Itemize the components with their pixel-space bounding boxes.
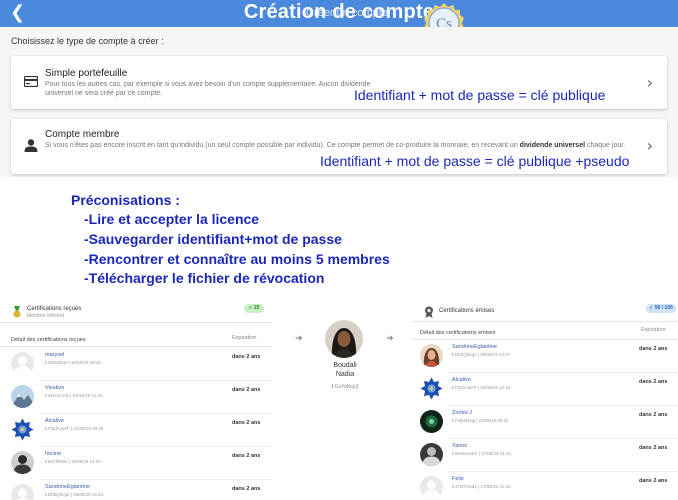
- emitted-detail-header: Détail des certifications émises: [420, 330, 496, 336]
- app-header: ❮ Créer un compte Création de compte: [0, 0, 678, 27]
- certified-meta: ℹ 47BTXSd1 | 17/08/19 12:18: [452, 484, 511, 489]
- card-title: Compte membre: [45, 129, 120, 140]
- certifier-name[interactable]: SandrineEglantine: [45, 484, 90, 490]
- certification-row[interactable]: Vivakvo ℹ 6eUdA1dz | 03/10/19 21:43 dans…: [0, 381, 272, 414]
- certified-name[interactable]: Felix: [452, 476, 464, 482]
- certifier-meta: ℹ 6eUdA1dz | 03/10/19 21:43: [45, 393, 103, 398]
- member-account-card[interactable]: Compte membre Si vous n'êtes pas encore …: [11, 119, 667, 174]
- certifier-name[interactable]: Alcalive: [45, 418, 64, 424]
- certified-meta: ℹ FwbeRcqj | 23/08/19 09:34: [452, 418, 509, 423]
- certifier-name[interactable]: marysel: [45, 352, 64, 358]
- profile-name-line2: Nadia: [335, 371, 355, 378]
- card-title: Simple portefeuille: [45, 68, 128, 79]
- divider: [412, 321, 678, 322]
- preconisation-item: -Rencontrer et connaître au moins 5 memb…: [84, 251, 390, 267]
- default-avatar-icon: [11, 352, 34, 375]
- certification-row[interactable]: Zoriko-J ℹ FwbeRcqj | 23/08/19 09:34 dan…: [412, 406, 678, 439]
- expiration-header: Expiration: [232, 335, 257, 341]
- certification-expiration: dans 2 ans: [639, 412, 668, 418]
- person-photo-avatar-icon: [420, 443, 443, 466]
- certified-meta: ℹ DbbQhvg2 | 28/08/19 13:37: [452, 352, 511, 357]
- expiration-header: Expiration: [641, 327, 666, 333]
- simple-wallet-card[interactable]: Simple portefeuille Pour tous les autres…: [11, 56, 667, 109]
- default-avatar-icon: [420, 476, 443, 499]
- medal-icon: [13, 306, 21, 318]
- person-icon: [24, 139, 38, 152]
- certification-expiration: dans 2 ans: [232, 387, 261, 393]
- emitted-count-badge: ✓ 56 / 100: [646, 304, 676, 313]
- certification-row[interactable]: SandrineEglantine ℹ DbbQhvg2 | 28/08/19 …: [412, 340, 678, 373]
- certification-expiration: dans 2 ans: [639, 379, 668, 385]
- page-title: Création de compte: [243, 1, 435, 23]
- arrow-right-icon: ➜: [386, 334, 394, 344]
- certifier-meta: ℹ DbbQhvg2 | 03/09/19 15:24: [45, 492, 104, 497]
- certificate-icon: [425, 306, 433, 318]
- certifier-name[interactable]: Vivakvo: [45, 385, 64, 391]
- certification-row[interactable]: hocine ℹ Ex7khNxt | 19/09/19 21:04 dans …: [0, 447, 272, 480]
- emitted-certifications-panel: Certifications émises ✓ 56 / 100 Détail …: [412, 298, 678, 500]
- default-avatar-icon: [11, 484, 34, 500]
- woman-avatar-icon: [420, 344, 443, 367]
- certification-expiration: dans 2 ans: [639, 346, 668, 352]
- certification-expiration: dans 2 ans: [639, 478, 668, 484]
- certifier-meta: ℹ D5Sd8zD | 15/10/19 19:16: [45, 360, 101, 365]
- preconisation-item: -Lire et accepter la licence: [84, 211, 260, 227]
- preconisation-item: -Sauvegarder identifiant+mot de passe: [84, 231, 342, 247]
- certification-expiration: dans 2 ans: [232, 453, 261, 459]
- wallet-icon: [24, 76, 38, 87]
- certification-expiration: dans 2 ans: [232, 420, 261, 426]
- certifier-meta: ℹ FQdAJyeP | 21/09/19 20:28: [45, 426, 104, 431]
- certified-meta: ℹ 9A9SuAKK | 27/08/19 21:41: [452, 451, 512, 456]
- certifier-name[interactable]: hocine: [45, 451, 61, 457]
- certified-name[interactable]: SandrineEglantine: [452, 344, 497, 350]
- certified-meta: ℹ FQdAJyeP | 24/08/19 12:24: [452, 385, 511, 390]
- wallet-annotation: Identifiant + mot de passe = clé publiqu…: [354, 87, 606, 103]
- dark-avatar-icon: [420, 410, 443, 433]
- preconisations-title: Préconisations :: [71, 192, 180, 208]
- mandala-avatar-icon: [420, 377, 443, 400]
- profile-public-key: ℹ GvYqNcp3: [331, 384, 359, 390]
- emitted-title: Certifications émises: [439, 308, 495, 314]
- certifier-meta: ℹ Ex7khNxt | 19/09/19 21:04: [45, 459, 101, 464]
- certification-row[interactable]: Felix ℹ 47BTXSd1 | 17/08/19 12:18 dans 2…: [412, 472, 678, 500]
- card-description: Pour tous les autres cas, par exemple si…: [45, 81, 371, 97]
- certification-expiration: dans 2 ans: [232, 354, 261, 360]
- person-photo-avatar-icon: [11, 451, 34, 474]
- profile-avatar: [325, 320, 363, 358]
- certification-row[interactable]: marysel ℹ D5Sd8zD | 15/10/19 19:16 dans …: [0, 348, 272, 381]
- mandala-avatar-icon: [11, 418, 34, 441]
- arrow-right-icon: ➜: [295, 334, 303, 344]
- certification-row[interactable]: Alcalive ℹ FQdAJyeP | 24/08/19 12:24 dan…: [412, 373, 678, 406]
- mountain-avatar-icon: [11, 385, 34, 408]
- received-title: Certifications reçues: [27, 306, 82, 312]
- received-count-badge: ✓ 25: [244, 304, 264, 313]
- choose-account-label: Choisissez le type de compte à créer :: [11, 36, 164, 46]
- certified-name[interactable]: Yanoc: [452, 443, 467, 449]
- certification-row[interactable]: Yanoc ℹ 9A9SuAKK | 27/08/19 21:41 dans 2…: [412, 439, 678, 472]
- chevron-right-icon: ›: [646, 73, 653, 92]
- received-certifications-panel: Certifications reçues Membre référent ✓ …: [0, 298, 272, 500]
- divider: [0, 346, 272, 347]
- member-annotation: Identifiant + mot de passe = clé publiqu…: [320, 153, 630, 169]
- certification-row[interactable]: SandrineEglantine ℹ DbbQhvg2 | 03/09/19 …: [0, 480, 272, 500]
- profile-name-line1: Boudali: [333, 362, 357, 369]
- divider: [0, 322, 272, 323]
- card-description: Si vous n'êtes pas encore inscrit en tan…: [45, 142, 626, 149]
- preconisation-item: -Télécharger le fichier de révocation: [84, 270, 325, 286]
- chevron-right-icon: ›: [646, 136, 653, 155]
- certification-row[interactable]: Alcalive ℹ FQdAJyeP | 21/09/19 20:28 dan…: [0, 414, 272, 447]
- certification-expiration: dans 2 ans: [639, 445, 668, 451]
- received-subtitle: Membre référent: [27, 313, 64, 319]
- certification-expiration: dans 2 ans: [232, 486, 261, 492]
- received-detail-header: Détail des certifications reçues: [11, 337, 86, 343]
- certified-name[interactable]: Zoriko-J: [452, 410, 472, 416]
- certified-name[interactable]: Alcalive: [452, 377, 471, 383]
